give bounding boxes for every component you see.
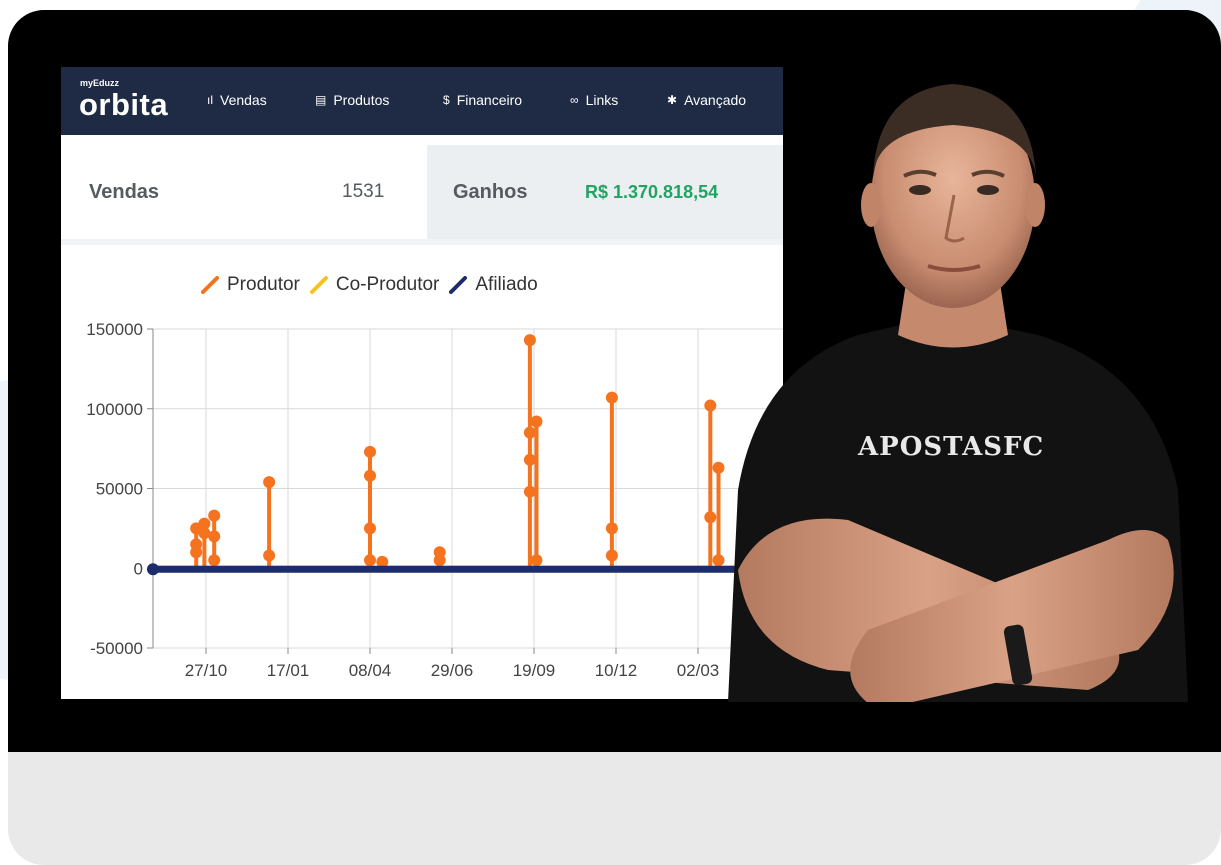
eye: [977, 185, 999, 195]
data-point-produtor: [364, 522, 376, 535]
data-point-produtor: [523, 485, 536, 498]
y-tick-label: 50000: [96, 480, 143, 499]
ear: [861, 183, 881, 227]
y-tick-label: -50000: [90, 639, 143, 658]
data-point-produtor: [364, 554, 376, 567]
data-point-afiliado: [147, 563, 159, 576]
data-point-produtor: [523, 453, 536, 466]
data-point-produtor: [605, 549, 618, 562]
y-tick-label: 100000: [86, 400, 143, 419]
chart-axes: -50000 0 50000 100000 150000 27/10 17/01 08/04 2…: [86, 320, 719, 680]
data-point-produtor: [523, 334, 536, 347]
data-point-produtor: [433, 554, 446, 567]
data-point-produtor: [208, 554, 221, 567]
data-point-produtor: [605, 522, 618, 535]
shirt-text: APOSTASFC: [857, 432, 1044, 462]
data-point-produtor: [208, 509, 221, 522]
y-tick-label: 150000: [86, 320, 143, 339]
chart-grid: [153, 328, 783, 649]
dashboard-screenshot: myEduzz orbita ıl Vendas ▤ Produtos $ Fi…: [61, 67, 783, 699]
data-point-produtor: [605, 391, 618, 404]
eye: [909, 185, 931, 195]
y-tick-label: 0: [134, 559, 143, 578]
data-point-produtor: [364, 445, 376, 458]
x-tick-label: 10/12: [595, 661, 638, 680]
data-point-produtor: [530, 415, 543, 428]
data-point-produtor: [208, 530, 221, 543]
data-point-produtor: [263, 476, 276, 489]
video-frame: myEduzz orbita ıl Vendas ▤ Produtos $ Fi…: [8, 10, 1221, 865]
ear: [1025, 183, 1045, 227]
sales-chart: -50000 0 50000 100000 150000 27/10 17/01 08/04 2…: [86, 320, 783, 680]
chart-series: [147, 334, 783, 576]
x-tick-label: 29/06: [431, 661, 474, 680]
data-point-produtor: [190, 546, 203, 559]
data-point-produtor: [530, 554, 543, 567]
x-tick-label: 17/01: [267, 661, 310, 680]
x-tick-label: 08/04: [349, 661, 392, 680]
x-tick-label: 19/09: [513, 661, 556, 680]
x-tick-label: 27/10: [185, 661, 228, 680]
data-point-produtor: [523, 426, 536, 439]
data-point-produtor: [263, 549, 276, 562]
data-point-produtor: [364, 469, 376, 482]
presenter-photo: APOSTASFC: [728, 84, 1188, 702]
